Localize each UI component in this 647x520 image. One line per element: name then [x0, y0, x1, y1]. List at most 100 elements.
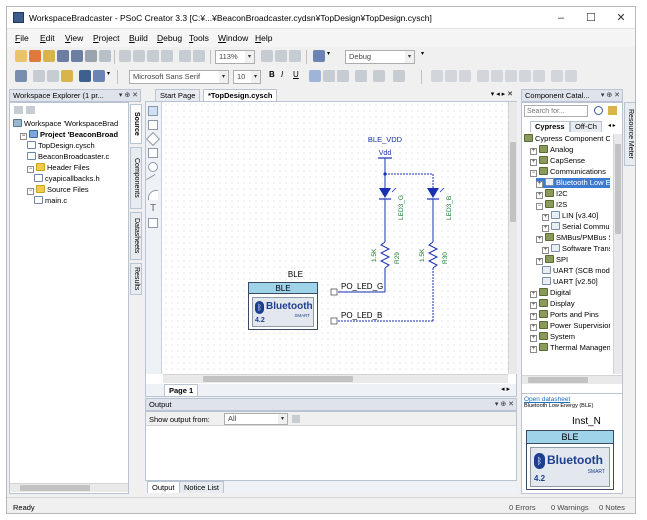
- pointer-tool-icon[interactable]: [148, 106, 158, 116]
- ellipse-tool-icon[interactable]: [148, 162, 158, 172]
- scrollbar-thumb[interactable]: [203, 376, 353, 382]
- undo-icon[interactable]: [179, 50, 191, 62]
- scrollbar-thumb[interactable]: [20, 485, 90, 491]
- expand-icon[interactable]: +: [530, 148, 537, 155]
- expand-icon[interactable]: +: [542, 225, 549, 232]
- bold-icon[interactable]: B: [269, 70, 281, 82]
- page-nav-arrows[interactable]: ◂ ▸: [501, 385, 510, 393]
- catalog-tree-item[interactable]: + Power Supervision: [530, 321, 610, 331]
- delete-icon[interactable]: [161, 50, 173, 62]
- expand-icon[interactable]: +: [536, 181, 543, 188]
- expand-icon[interactable]: +: [530, 291, 537, 298]
- save-all-icon[interactable]: [71, 50, 83, 62]
- expand-icon[interactable]: +: [530, 324, 537, 331]
- catalog-tree-item[interactable]: + Ports and Pins: [530, 310, 599, 320]
- collapse-icon[interactable]: −: [27, 188, 34, 195]
- font-size-combo[interactable]: 10 ▾: [233, 70, 261, 84]
- scrollbar-thumb[interactable]: [528, 377, 588, 383]
- ble-component[interactable]: BLE ᛒ Bluetooth SMART 4.2: [248, 282, 318, 330]
- catalog-tree-item[interactable]: + Serial Communi: [542, 222, 610, 232]
- catalog-tree-item[interactable]: + Digital: [530, 288, 571, 298]
- rulers-icon[interactable]: [565, 70, 577, 82]
- catalog-tree-item[interactable]: − I2S: [536, 200, 567, 210]
- collapse-all-icon[interactable]: [14, 106, 23, 114]
- side-tab-source[interactable]: Source: [130, 104, 142, 144]
- workspace-tree-item[interactable]: TopDesign.cysch: [27, 141, 95, 151]
- panel-controls[interactable]: ▾ ⊕ ✕: [495, 399, 514, 410]
- image-tool-icon[interactable]: [148, 218, 158, 228]
- tab-cypress[interactable]: Cypress: [530, 121, 570, 132]
- arc-tool-icon[interactable]: [148, 190, 158, 200]
- panel-controls[interactable]: ▾ ⊕ ✕: [601, 90, 620, 101]
- save-icon[interactable]: [57, 50, 69, 62]
- tab-output[interactable]: Output: [147, 481, 180, 493]
- minimize-button[interactable]: –: [547, 9, 575, 27]
- distribute-icon[interactable]: [491, 70, 503, 82]
- catalog-tree-item[interactable]: + SPI: [536, 255, 568, 265]
- canvas-horizontal-scrollbar[interactable]: [163, 374, 508, 383]
- print-icon[interactable]: [85, 50, 97, 62]
- collapse-icon[interactable]: −: [27, 166, 34, 173]
- expand-icon[interactable]: +: [542, 214, 549, 221]
- zoom-out-icon[interactable]: [275, 50, 287, 62]
- expand-icon[interactable]: +: [530, 302, 537, 309]
- snap-icon[interactable]: [533, 70, 545, 82]
- flip-icon[interactable]: [519, 70, 531, 82]
- print-preview-icon[interactable]: [99, 50, 111, 62]
- expand-icon[interactable]: +: [530, 159, 537, 166]
- clear-output-icon[interactable]: [292, 415, 300, 423]
- expand-icon[interactable]: +: [536, 258, 543, 265]
- paste-icon[interactable]: [147, 50, 159, 62]
- open-datasheet-link[interactable]: Open datasheet: [524, 396, 570, 403]
- tab-page-1[interactable]: Page 1: [164, 384, 199, 396]
- cut-icon[interactable]: [119, 50, 131, 62]
- new-file-icon[interactable]: [15, 50, 27, 62]
- zoom-in-icon[interactable]: [261, 50, 273, 62]
- menu-tools[interactable]: Tools: [189, 33, 209, 43]
- catalog-vertical-scrollbar[interactable]: [613, 134, 622, 374]
- new-project-icon[interactable]: [29, 50, 41, 62]
- italic-icon[interactable]: I: [281, 70, 293, 82]
- collapse-icon[interactable]: −: [536, 203, 543, 210]
- menu-debug[interactable]: Debug: [157, 33, 182, 43]
- align-center-icon[interactable]: [323, 70, 335, 82]
- component-catalog-header[interactable]: Component Catal... ▾ ⊕ ✕: [521, 89, 623, 102]
- chevron-down-icon[interactable]: ▾: [107, 70, 113, 82]
- side-tab-datasheets[interactable]: Datasheets: [130, 212, 142, 260]
- build-config-combo[interactable]: Debug ▾: [345, 50, 415, 64]
- scrollbar-thumb[interactable]: [510, 142, 516, 222]
- catalog-horizontal-scrollbar[interactable]: [522, 375, 622, 384]
- redo-icon[interactable]: [193, 50, 205, 62]
- chevron-down-icon[interactable]: ▾: [327, 50, 333, 62]
- chip-icon[interactable]: [79, 70, 91, 82]
- menu-window[interactable]: Window: [218, 33, 248, 43]
- notes-count[interactable]: 0 Notes: [599, 503, 625, 512]
- panel-controls[interactable]: ▾ ⊕ ✕: [119, 90, 138, 101]
- catalog-tree-item[interactable]: + System: [530, 332, 575, 342]
- catalog-tree-item[interactable]: + LIN [v3.40]: [542, 211, 598, 221]
- output-source-combo[interactable]: All ▾: [224, 413, 288, 425]
- tab-topdesign[interactable]: *TopDesign.cysch: [203, 89, 278, 101]
- filter-icon[interactable]: [608, 106, 617, 115]
- collapse-icon[interactable]: −: [20, 133, 27, 140]
- font-combo[interactable]: Microsoft Sans Serif ▾: [129, 70, 229, 84]
- horizontal-scrollbar[interactable]: [10, 483, 128, 492]
- side-tab-resource-meter[interactable]: Resource Meter: [624, 102, 635, 166]
- expand-icon[interactable]: +: [542, 247, 549, 254]
- align-left-icon[interactable]: [309, 70, 321, 82]
- tab-start-page[interactable]: Start Page: [155, 89, 201, 101]
- grid-icon[interactable]: [551, 70, 563, 82]
- expand-icon[interactable]: +: [530, 335, 537, 342]
- catalog-tree-item[interactable]: + Software Transr: [542, 244, 610, 254]
- side-tab-results[interactable]: Results: [130, 263, 142, 295]
- catalog-tree-item[interactable]: UART (SCB mod: [542, 266, 610, 276]
- catalog-tree-item[interactable]: Cypress Component Ca: [524, 134, 610, 144]
- canvas-vertical-scrollbar[interactable]: [508, 102, 517, 374]
- rotate-icon[interactable]: [505, 70, 517, 82]
- catalog-tree-item[interactable]: + Analog: [530, 145, 573, 155]
- align-right-icon[interactable]: [337, 70, 349, 82]
- catalog-tree-item[interactable]: + Thermal Managem: [530, 343, 610, 353]
- step-icon[interactable]: [47, 70, 59, 82]
- workspace-tree-item[interactable]: cyapicallbacks.h: [34, 174, 100, 184]
- font-color-icon[interactable]: [355, 70, 367, 82]
